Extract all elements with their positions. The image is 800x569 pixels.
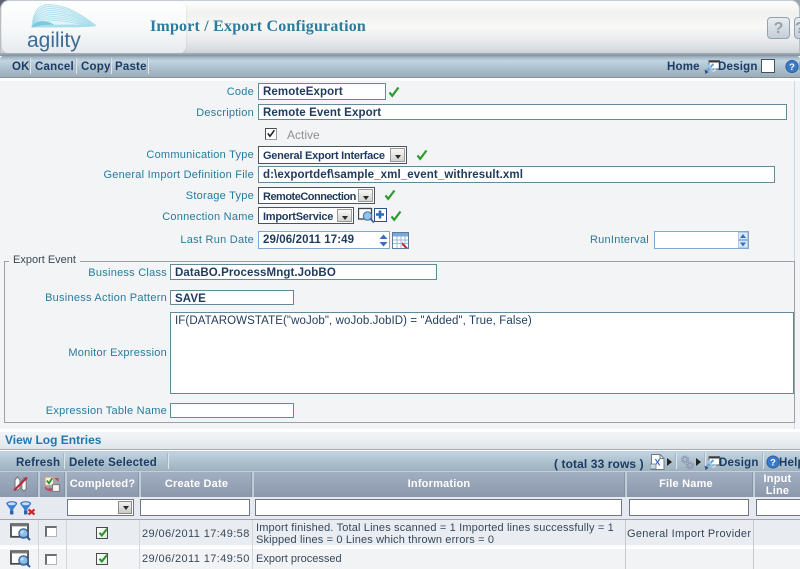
svg-text:?: ? — [770, 457, 776, 467]
svg-text:?: ? — [789, 62, 795, 72]
